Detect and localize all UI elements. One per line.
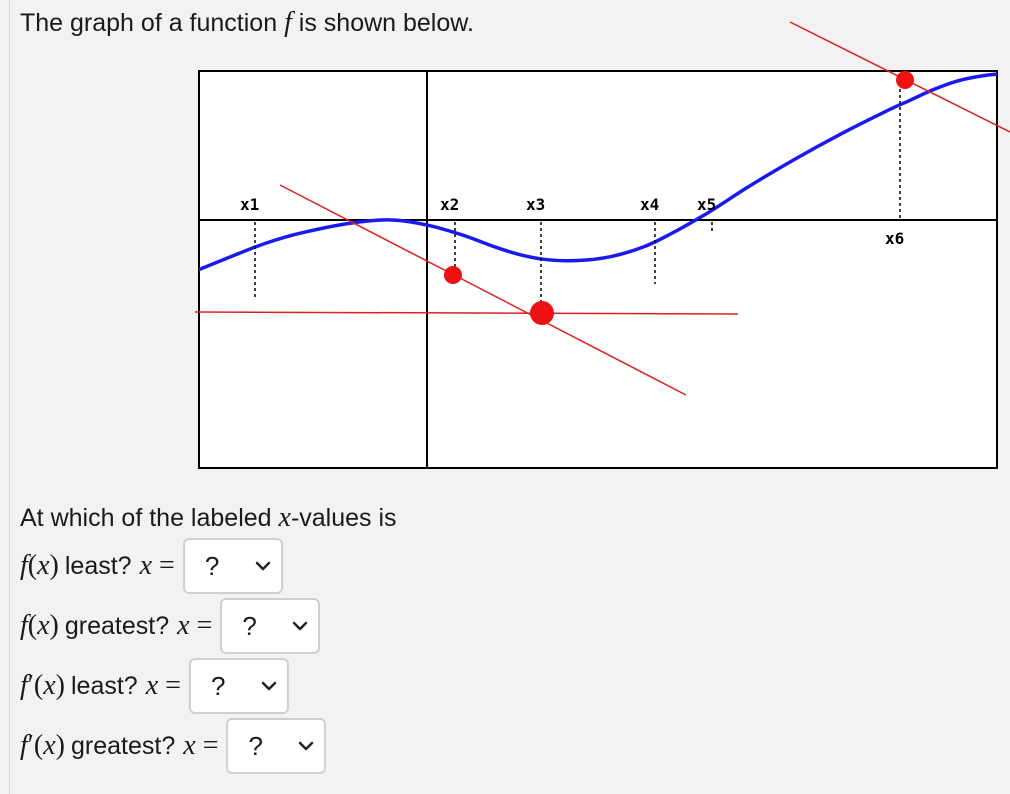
prompt-variable: x (278, 502, 291, 533)
select-value: ? (248, 730, 263, 761)
point-x2 (444, 266, 462, 284)
question-row-f-least: f(x) least? x = ? (20, 538, 283, 594)
marker-label-x2: x2 (440, 195, 459, 214)
plot-background (198, 70, 998, 469)
question-label: greatest? (71, 731, 176, 760)
answer-select-f-least[interactable]: ? (182, 538, 283, 594)
chevron-down-icon (293, 621, 308, 631)
marker-label-x3: x3 (526, 195, 545, 214)
question-prompt: At which of the labeled x-values is (20, 501, 397, 535)
function-expression: f′(x) (20, 730, 65, 761)
answer-select-fprime-least[interactable]: ? (188, 658, 289, 714)
marker-label-x4: x4 (640, 195, 659, 214)
question-label: least? (64, 551, 132, 580)
equals-expression: x = (177, 610, 213, 641)
marker-label-x5: x5 (697, 195, 716, 214)
answer-select-f-greatest[interactable]: ? (220, 598, 321, 654)
point-x6 (896, 71, 914, 89)
marker-label-x6: x6 (885, 229, 904, 248)
question-row-f-greatest: f(x) greatest? x = ? (20, 598, 321, 654)
question-row-fprime-least: f′(x) least? x = ? (20, 658, 289, 714)
question-label: least? (71, 671, 138, 700)
chevron-down-icon (261, 681, 277, 691)
function-expression: f(x) (20, 610, 59, 641)
function-expression: f′(x) (20, 670, 65, 701)
marker-label-x1: x1 (240, 195, 259, 214)
prompt-after: -values is (290, 504, 397, 532)
chevron-down-icon (255, 561, 271, 571)
select-value: ? (242, 610, 257, 641)
point-x3 (530, 301, 554, 325)
answer-select-fprime-greatest[interactable]: ? (226, 718, 327, 774)
select-value: ? (204, 550, 220, 581)
function-expression: f(x) (20, 550, 59, 581)
prompt-before: At which of the labeled (20, 504, 279, 532)
equals-expression: x = (183, 730, 219, 761)
function-graph: x1 x2 x3 x4 x5 x6 (194, 21, 1010, 469)
equals-expression: x = (139, 550, 175, 581)
chevron-down-icon (299, 741, 314, 751)
select-value: ? (210, 670, 226, 701)
question-label: greatest? (64, 611, 170, 640)
question-row-fprime-greatest: f′(x) greatest? x = ? (20, 718, 327, 774)
equals-expression: x = (145, 670, 181, 701)
